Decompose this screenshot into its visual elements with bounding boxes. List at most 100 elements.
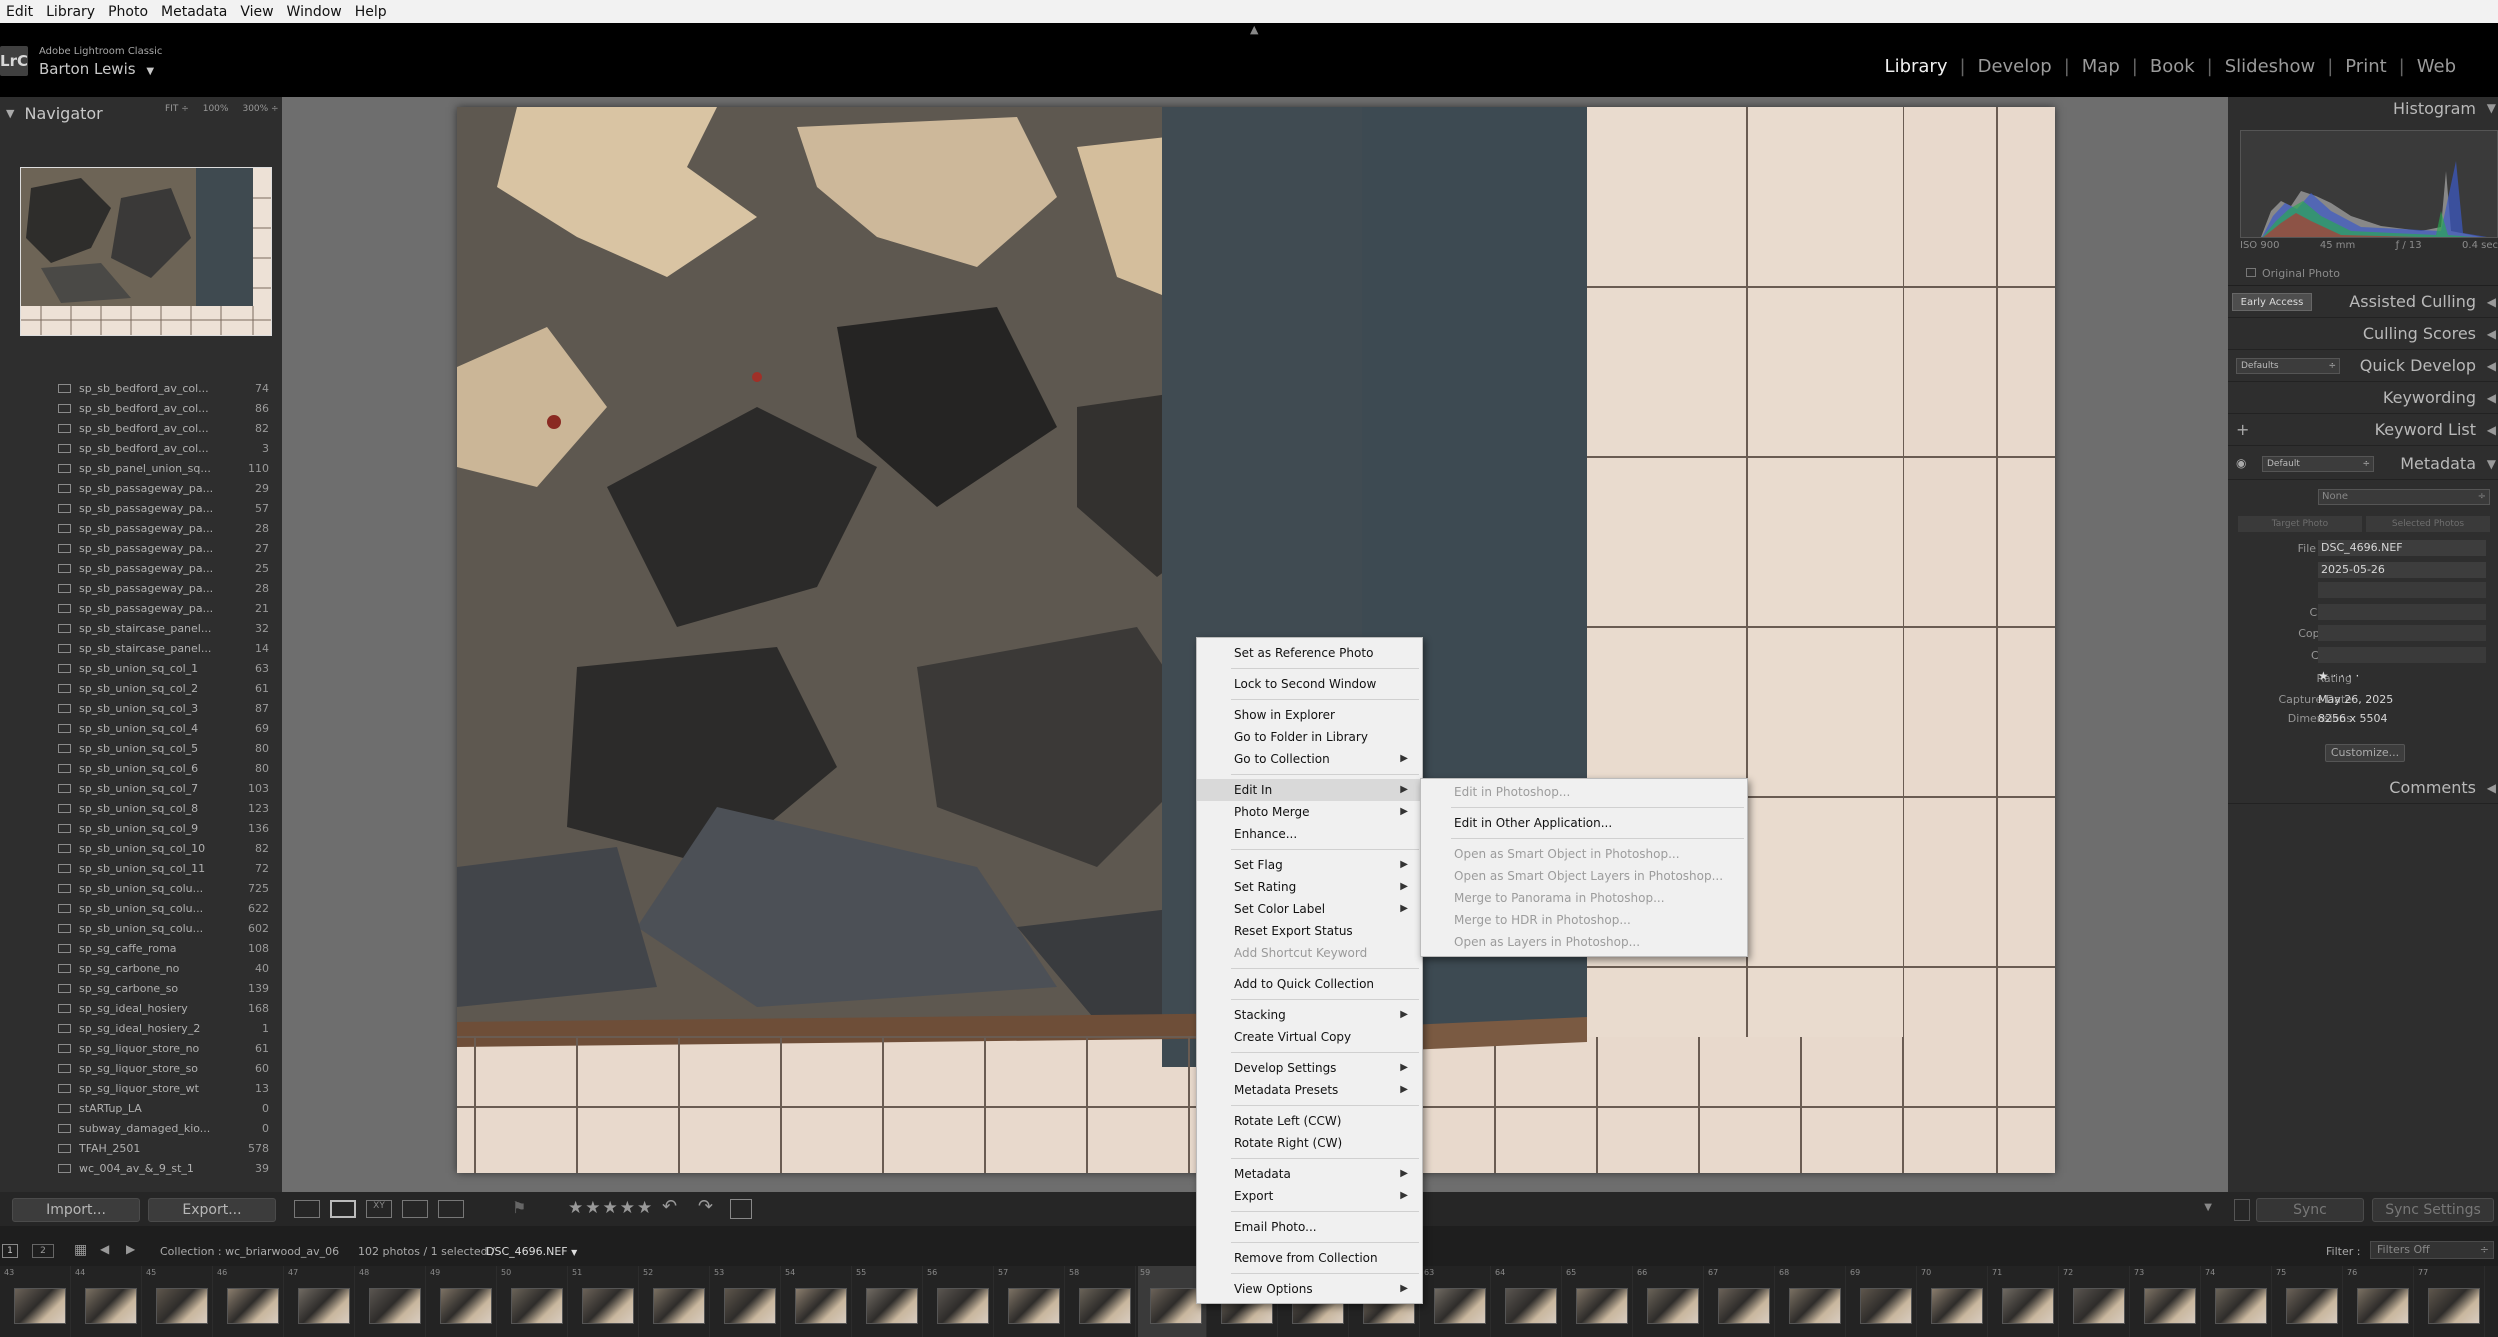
filmstrip-thumbnail[interactable]: 68: [1777, 1266, 1846, 1337]
filmstrip-thumbnail[interactable]: 70: [1919, 1266, 1988, 1337]
forward-arrow-icon[interactable]: ▶: [126, 1242, 135, 1256]
menu-photo[interactable]: Photo: [104, 4, 157, 20]
filmstrip-thumbnail[interactable]: 72: [2061, 1266, 2130, 1337]
metadata-preset-select[interactable]: None ÷: [2318, 489, 2490, 505]
collection-item[interactable]: sp_sb_union_sq_col_10 82: [30, 838, 275, 858]
collection-item[interactable]: sp_sg_carbone_so 139: [30, 978, 275, 998]
filmstrip-thumbnail[interactable]: 69: [1848, 1266, 1917, 1337]
sync-button[interactable]: Sync: [2256, 1198, 2364, 1222]
collection-item[interactable]: sp_sb_union_sq_col_1 63: [30, 658, 275, 678]
collection-item[interactable]: sp_sb_passageway_pa... 28: [30, 578, 275, 598]
menu-item-email-photo[interactable]: Email Photo...: [1197, 1216, 1422, 1238]
survey-view-icon[interactable]: [402, 1200, 428, 1218]
filmstrip-thumbnail[interactable]: 77: [2416, 1266, 2485, 1337]
collection-item[interactable]: stARTup_LA 0: [30, 1098, 275, 1118]
menu-item-develop-settings[interactable]: Develop Settings ▶: [1197, 1057, 1422, 1079]
menu-view[interactable]: View: [236, 4, 282, 20]
collection-item[interactable]: sp_sb_union_sq_col_3 87: [30, 698, 275, 718]
collection-item[interactable]: sp_sg_liquor_store_no 61: [30, 1038, 275, 1058]
collection-item[interactable]: TFAH_2501 578: [30, 1138, 275, 1158]
collection-item[interactable]: sp_sb_bedford_av_col... 82: [30, 418, 275, 438]
collection-item[interactable]: wc_004_av_&_9_st_1 39: [30, 1158, 275, 1178]
rotate-right-icon[interactable]: ↷: [698, 1196, 713, 1217]
filmstrip-thumbnail[interactable]: 63: [1422, 1266, 1491, 1337]
collection-item[interactable]: sp_sb_bedford_av_col... 86: [30, 398, 275, 418]
menu-item-reset-export-status[interactable]: Reset Export Status: [1197, 920, 1422, 942]
filmstrip-thumbnail[interactable]: 57: [996, 1266, 1065, 1337]
menu-item-show-in-explorer[interactable]: Show in Explorer: [1197, 704, 1422, 726]
filmstrip-thumbnail[interactable]: 44: [73, 1266, 142, 1337]
collection-item[interactable]: sp_sb_union_sq_col_9 136: [30, 818, 275, 838]
quick-develop-header[interactable]: Quick Develop ◀: [2228, 350, 2498, 382]
collection-source[interactable]: Collection : wc_briarwood_av_06: [160, 1245, 339, 1258]
menu-item-lock-to-second-window[interactable]: Lock to Second Window: [1197, 673, 1422, 695]
filmstrip-thumbnail[interactable]: 58: [1067, 1266, 1136, 1337]
menu-item-photo-merge[interactable]: Photo Merge ▶: [1197, 801, 1422, 823]
filmstrip-thumbnail[interactable]: 74: [2203, 1266, 2272, 1337]
module-develop[interactable]: Develop: [1976, 56, 2054, 77]
collection-item[interactable]: sp_sb_passageway_pa... 21: [30, 598, 275, 618]
filmstrip-thumbnail[interactable]: 48: [357, 1266, 426, 1337]
comments-header[interactable]: Comments ◀: [2228, 772, 2498, 804]
collection-item[interactable]: sp_sb_bedford_av_col... 74: [30, 378, 275, 398]
user-name[interactable]: Barton Lewis ▼: [39, 60, 154, 78]
collection-item[interactable]: sp_sb_union_sq_colu... 602: [30, 918, 275, 938]
filmstrip-thumbnail[interactable]: 43: [2, 1266, 71, 1337]
original-photo-toggle[interactable]: Original Photo: [2246, 267, 2340, 280]
people-view-icon[interactable]: [438, 1200, 464, 1218]
menu-window[interactable]: Window: [283, 4, 351, 20]
import-button[interactable]: Import...: [12, 1198, 140, 1222]
back-arrow-icon[interactable]: ◀: [100, 1242, 109, 1256]
menu-item-go-to-collection[interactable]: Go to Collection ▶: [1197, 748, 1422, 770]
collection-item[interactable]: sp_sb_union_sq_col_11 72: [30, 858, 275, 878]
collection-item[interactable]: sp_sb_staircase_panel... 14: [30, 638, 275, 658]
meta-value-folder[interactable]: 2025-05-26: [2318, 562, 2486, 578]
menu-item-edit-in[interactable]: Edit In ▶: [1197, 779, 1422, 801]
collection-item[interactable]: sp_sg_liquor_store_wt 13: [30, 1078, 275, 1098]
collection-item[interactable]: sp_sg_caffe_roma 108: [30, 938, 275, 958]
menu-item-export[interactable]: Export ▶: [1197, 1185, 1422, 1207]
collection-item[interactable]: sp_sb_union_sq_col_4 69: [30, 718, 275, 738]
menu-item-create-virtual-copy[interactable]: Create Virtual Copy: [1197, 1026, 1422, 1048]
zoom-100[interactable]: 100%: [203, 104, 229, 114]
collection-item[interactable]: sp_sb_bedford_av_col... 3: [30, 438, 275, 458]
filmstrip-thumbnail[interactable]: 56: [925, 1266, 994, 1337]
meta-value-rating[interactable]: ★ · · · ·: [2318, 669, 2359, 683]
module-book[interactable]: Book: [2148, 56, 2197, 77]
menu-item-rotate-right-cw[interactable]: Rotate Right (CW): [1197, 1132, 1422, 1154]
meta-value-creator[interactable]: [2318, 647, 2486, 663]
assisted-culling-header[interactable]: Assisted Culling ◀: [2228, 286, 2498, 318]
selected-photos-button[interactable]: Selected Photos: [2366, 516, 2490, 532]
filmstrip-thumbnail[interactable]: 54: [783, 1266, 852, 1337]
menu-item-enhance[interactable]: Enhance...: [1197, 823, 1422, 845]
second-screen-button[interactable]: 2: [32, 1244, 54, 1258]
collection-item[interactable]: sp_sg_carbone_no 40: [30, 958, 275, 978]
collection-item[interactable]: sp_sb_union_sq_col_8 123: [30, 798, 275, 818]
panel-collapse-arrow-icon[interactable]: ▲: [1250, 23, 1258, 36]
main-screen-button[interactable]: 1: [2, 1244, 18, 1258]
collection-item[interactable]: sp_sb_union_sq_col_6 80: [30, 758, 275, 778]
menu-item-set-color-label[interactable]: Set Color Label ▶: [1197, 898, 1422, 920]
target-photo-button[interactable]: Target Photo: [2238, 516, 2362, 532]
keyword-list-header[interactable]: Keyword List ◀: [2228, 414, 2498, 446]
navigator-preview[interactable]: [20, 167, 272, 336]
histogram-header[interactable]: Histogram ▼: [2228, 92, 2498, 124]
meta-value-copyright[interactable]: [2318, 625, 2486, 641]
menu-item-metadata[interactable]: Metadata ▶: [1197, 1163, 1422, 1185]
menu-item-metadata-presets[interactable]: Metadata Presets ▶: [1197, 1079, 1422, 1101]
collection-item[interactable]: sp_sb_panel_union_sq... 110: [30, 458, 275, 478]
collection-item[interactable]: subway_damaged_kio... 0: [30, 1118, 275, 1138]
grid-view-icon[interactable]: [294, 1200, 320, 1218]
submenu-item-edit-in-other-application[interactable]: Edit in Other Application...: [1421, 812, 1747, 834]
filmstrip-thumbnail[interactable]: 67: [1706, 1266, 1775, 1337]
collection-item[interactable]: sp_sb_passageway_pa... 25: [30, 558, 275, 578]
collection-item[interactable]: sp_sg_liquor_store_so 60: [30, 1058, 275, 1078]
menu-item-stacking[interactable]: Stacking ▶: [1197, 1004, 1422, 1026]
filmstrip-thumbnail[interactable]: 71: [1990, 1266, 2059, 1337]
menu-item-set-as-reference-photo[interactable]: Set as Reference Photo: [1197, 642, 1422, 664]
zoom-fit[interactable]: FIT ÷: [165, 104, 189, 114]
culling-scores-header[interactable]: Culling Scores ◀: [2228, 318, 2498, 350]
filmstrip-thumbnail[interactable]: 51: [570, 1266, 639, 1337]
collection-item[interactable]: sp_sb_union_sq_colu... 622: [30, 898, 275, 918]
filmstrip-thumbnail[interactable]: 64: [1493, 1266, 1562, 1337]
